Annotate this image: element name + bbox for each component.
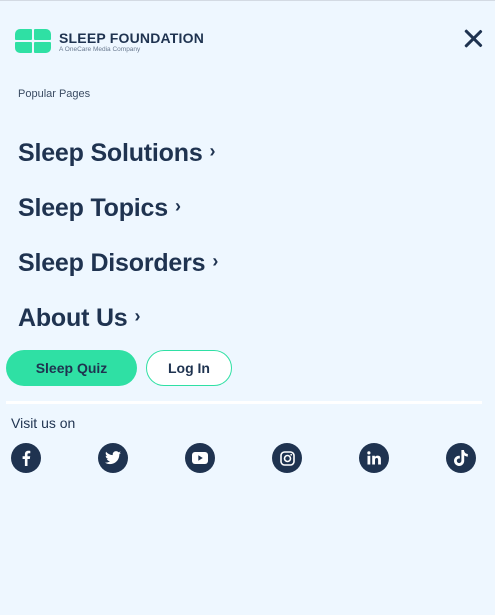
instagram-icon[interactable] [272, 443, 302, 473]
brand-name: SLEEP FOUNDATION [59, 29, 205, 46]
linkedin-icon[interactable] [359, 443, 389, 473]
divider [6, 401, 482, 404]
facebook-icon[interactable] [11, 443, 41, 473]
log-in-button[interactable]: Log In [146, 350, 232, 386]
nav-item-sleep-solutions[interactable]: Sleep Solutions › [18, 139, 216, 168]
nav-item-about-us[interactable]: About Us › [18, 304, 141, 333]
youtube-icon[interactable] [185, 443, 215, 473]
popular-pages-label: Popular Pages [18, 88, 91, 100]
sleep-quiz-button[interactable]: Sleep Quiz [6, 350, 137, 386]
nav-item-sleep-disorders[interactable]: Sleep Disorders › [18, 249, 218, 278]
chevron-right-icon: › [212, 251, 219, 271]
nav-item-label: Sleep Topics [18, 194, 168, 222]
nav-item-label: Sleep Solutions [18, 139, 203, 167]
brand-tagline: A OneCare Media Company [59, 45, 141, 53]
tiktok-icon[interactable] [446, 443, 476, 473]
visit-us-label: Visit us on [11, 415, 76, 431]
sleep-foundation-logo[interactable]: SLEEP FOUNDATION A OneCare Media Company [15, 29, 204, 55]
chevron-right-icon: › [134, 306, 141, 326]
chevron-right-icon: › [209, 141, 216, 161]
nav-item-sleep-topics[interactable]: Sleep Topics › [18, 194, 181, 223]
chevron-right-icon: › [174, 196, 181, 216]
nav-item-label: About Us [18, 304, 128, 332]
nav-item-label: Sleep Disorders [18, 249, 206, 277]
close-icon[interactable] [463, 28, 483, 48]
logo-mark-icon [15, 29, 51, 55]
twitter-icon[interactable] [98, 443, 128, 473]
mobile-menu: SLEEP FOUNDATION A OneCare Media Company… [0, 0, 495, 615]
